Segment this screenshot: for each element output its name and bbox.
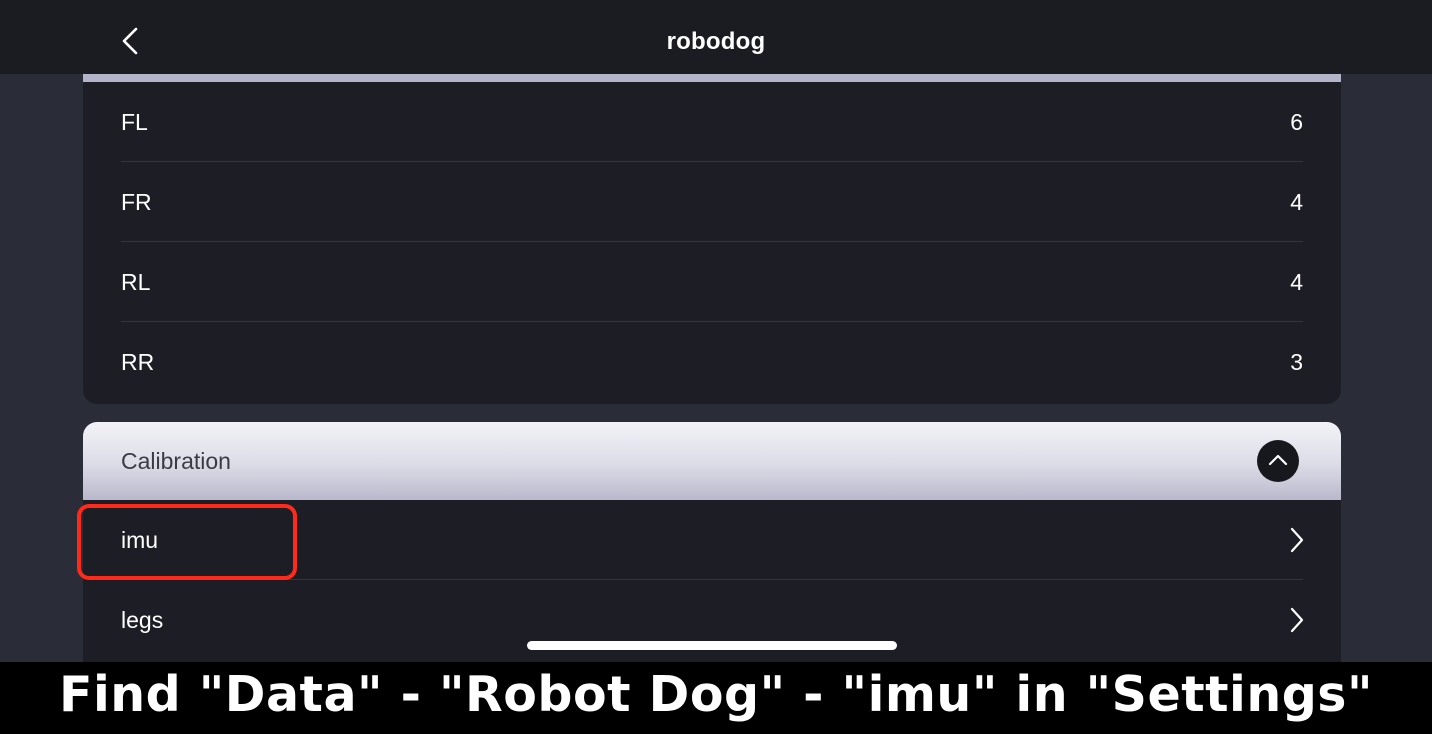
- leg-value: 4: [1290, 189, 1303, 215]
- leg-value: 4: [1290, 269, 1303, 295]
- calibration-title: Calibration: [121, 448, 231, 474]
- chevron-right-icon: [1290, 607, 1304, 633]
- leg-row-fr: FR 4: [83, 162, 1341, 242]
- leg-label: FL: [121, 109, 148, 135]
- leg-label: RL: [121, 269, 151, 295]
- calibration-item-imu[interactable]: imu: [83, 500, 1341, 580]
- leg-row-rl: RL 4: [83, 242, 1341, 322]
- calibration-header[interactable]: Calibration: [83, 422, 1341, 500]
- legs-card: FL 6 FR 4 RL 4 RR 3: [83, 74, 1341, 404]
- leg-label: FR: [121, 189, 152, 215]
- calibration-item-label: legs: [121, 607, 164, 633]
- page-title: robodog: [666, 28, 766, 55]
- home-indicator: [527, 641, 897, 650]
- instruction-caption: Find "Data" - "Robot Dog" - "imu" in "Se…: [0, 662, 1432, 734]
- chevron-up-icon: [1268, 454, 1288, 466]
- leg-label: RR: [121, 349, 155, 375]
- chevron-right-icon: [1290, 527, 1304, 553]
- collapse-button[interactable]: [1257, 440, 1299, 482]
- leg-value: 6: [1290, 109, 1303, 135]
- calibration-item-label: imu: [121, 527, 159, 553]
- top-bar: robodog: [0, 0, 1432, 74]
- leg-row-fl: FL 6: [83, 82, 1341, 162]
- leg-row-rr: RR 3: [83, 322, 1341, 402]
- leg-value: 3: [1290, 349, 1303, 375]
- calibration-card: Calibration imu legs: [83, 422, 1341, 662]
- app-screen: robodog FL 6 FR 4 RL 4 RR 3 Calibration: [0, 0, 1432, 662]
